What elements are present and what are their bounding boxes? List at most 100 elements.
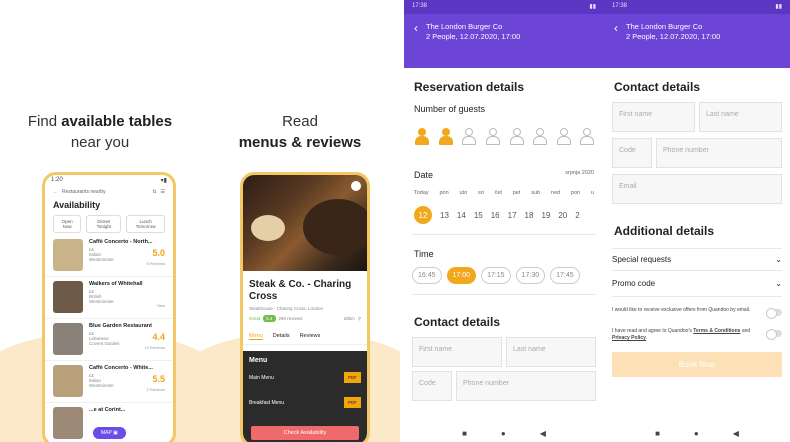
restaurant-info: Caffè Concerto - White... ££ Italian Westmi…	[89, 365, 165, 398]
day-2[interactable]: 2	[575, 211, 579, 220]
restaurant-thumbnail	[53, 323, 83, 355]
phone-row: Code Phone number	[404, 371, 604, 401]
restaurant-row[interactable]: Caffè Concerto - North... ££ Italian Westmi…	[45, 235, 173, 277]
recents-icon[interactable]: ■	[655, 429, 660, 438]
weekday-label: u	[590, 190, 594, 196]
map-button[interactable]: MAP ▣	[93, 427, 126, 439]
menu-item[interactable]: Main Menu PDF	[249, 372, 361, 383]
time-slot[interactable]: 17:00	[446, 267, 477, 284]
back-icon[interactable]: ‹	[414, 22, 418, 42]
favorite-icon[interactable]	[351, 181, 361, 191]
back-arrow-icon[interactable]: ←	[53, 189, 58, 195]
day-19[interactable]: 19	[541, 211, 550, 220]
code-field[interactable]: Code	[412, 371, 452, 401]
chip-dinner-tonight[interactable]: Dinner Tonight	[86, 215, 122, 233]
restaurant-row[interactable]: Walkers of Whitehall ££ British Westminster…	[45, 277, 173, 319]
recents-icon[interactable]: ■	[462, 429, 467, 438]
phone-mockup: Steak & Co. - Charing Cross Steakhouse ·…	[240, 172, 370, 442]
nav-back-icon[interactable]: ◀	[540, 429, 546, 438]
promo-code-label: Promo code	[612, 279, 656, 288]
headline-bold: available tables	[61, 113, 173, 130]
reviews-count[interactable]: 290 reviews	[279, 316, 303, 321]
terms-link[interactable]: Terms & Conditions	[693, 328, 740, 334]
phone-mockup: 1:20 ▾▮ ← Restaurants nearby ⇅ ☰ Availabi…	[42, 172, 176, 442]
date-header: Date srpnja 2020	[404, 170, 604, 180]
day-13[interactable]: 13	[440, 211, 449, 220]
tab-menu[interactable]: Menu	[249, 333, 263, 340]
nav-back-icon[interactable]: ◀	[733, 429, 739, 438]
first-name-field[interactable]: First name	[412, 337, 502, 367]
terms-toggle[interactable]	[766, 329, 782, 340]
pdf-badge[interactable]: PDF	[344, 397, 361, 408]
walk-icon: ⚲	[357, 315, 361, 321]
tab-reviews[interactable]: Reviews	[300, 333, 321, 340]
guest-4-icon[interactable]	[485, 128, 500, 146]
home-icon[interactable]: ●	[694, 429, 699, 438]
menu-item[interactable]: Breakfast Menu PDF	[249, 397, 361, 408]
book-now-button[interactable]: Book Now	[612, 352, 782, 377]
menu-item-name: Main Menu	[249, 374, 274, 381]
contact-title: Contact details	[414, 315, 501, 329]
guest-5-icon[interactable]	[509, 128, 524, 146]
check-availability-button[interactable]: Check Availability	[251, 426, 359, 440]
person-head	[488, 128, 497, 136]
offers-toggle[interactable]	[766, 308, 782, 319]
filter-icon[interactable]: ☰	[161, 189, 165, 195]
phone-field[interactable]: Phone number	[456, 371, 596, 401]
chip-open-now[interactable]: Open Now	[53, 215, 82, 233]
privacy-link[interactable]: Privacy Policy	[612, 335, 646, 341]
venue-name: The London Burger Co	[426, 22, 503, 31]
phone-field[interactable]: Phone number	[656, 138, 782, 168]
guest-6-icon[interactable]	[532, 128, 548, 146]
day-18[interactable]: 18	[525, 211, 534, 220]
restaurant-name: Caffè Concerto - White...	[89, 365, 153, 371]
day-row: 12 13 14 15 16 17 18 19 20 2	[404, 206, 604, 224]
time-slot[interactable]: 17:15	[481, 267, 511, 284]
chip-lunch-tomorrow[interactable]: Lunch Tomorrow	[126, 215, 165, 233]
person-head	[465, 128, 474, 136]
month-label: srpnja 2020	[565, 170, 594, 176]
restaurant-reviews: 8 Reviews	[146, 261, 165, 266]
person-head	[536, 128, 545, 136]
screen-reservation-details: 17:38 ▮▮ ‹ The London Burger Co 2 People,…	[404, 0, 604, 442]
sort-icon[interactable]: ⇅	[152, 189, 156, 195]
guest-selector	[404, 128, 604, 146]
day-14[interactable]: 14	[457, 211, 466, 220]
day-17[interactable]: 17	[508, 211, 517, 220]
headline-line1: Read	[282, 113, 318, 130]
guest-1-icon[interactable]	[414, 128, 429, 146]
special-requests-row[interactable]: Special requests ⌄	[604, 255, 790, 264]
phone-row: Code Phone number	[604, 138, 790, 168]
person-head	[512, 128, 521, 136]
day-16[interactable]: 16	[491, 211, 500, 220]
menu-item-name: Breakfast Menu	[249, 399, 285, 406]
time-slot[interactable]: 17:30	[515, 267, 546, 284]
restaurant-row[interactable]: Caffè Concerto - White... ££ Italian Westmi…	[45, 361, 173, 403]
time-slot[interactable]: 16:45	[412, 267, 442, 284]
promo-code-row[interactable]: Promo code ⌄	[604, 279, 790, 288]
day-12[interactable]: 12	[414, 206, 432, 224]
back-icon[interactable]: ‹	[614, 22, 618, 42]
day-15[interactable]: 15	[474, 211, 483, 220]
guest-7-icon[interactable]	[556, 128, 571, 146]
guest-2-icon[interactable]	[438, 128, 453, 146]
restaurant-area: Westminster	[89, 299, 114, 304]
guest-3-icon[interactable]	[461, 128, 477, 146]
weekday-label: ned	[550, 190, 561, 196]
first-name-field[interactable]: First name	[612, 102, 695, 132]
pdf-badge[interactable]: PDF	[344, 372, 361, 383]
last-name-field[interactable]: Last name	[506, 337, 596, 367]
home-icon[interactable]: ●	[501, 429, 506, 438]
restaurant-row[interactable]: Blue Garden Restaurant ££ Lebanese Covent G…	[45, 319, 173, 361]
restaurant-reviews: 13 Reviews	[144, 345, 165, 350]
additional-title: Additional details	[614, 224, 715, 238]
code-field[interactable]: Code	[612, 138, 652, 168]
day-20[interactable]: 20	[558, 211, 567, 220]
restaurant-thumbnail	[53, 281, 83, 313]
time-slot[interactable]: 17:45	[550, 267, 580, 284]
guest-8-icon[interactable]	[579, 128, 595, 146]
email-field[interactable]: Email	[612, 174, 782, 204]
tab-details[interactable]: Details	[273, 333, 290, 340]
last-name-field[interactable]: Last name	[699, 102, 782, 132]
time-label: Time	[414, 249, 434, 259]
